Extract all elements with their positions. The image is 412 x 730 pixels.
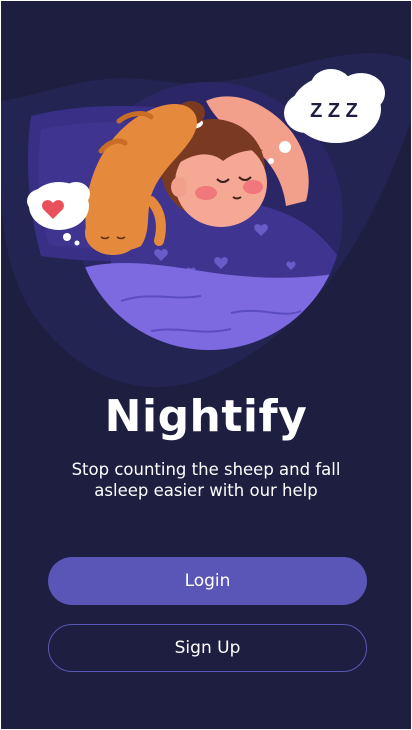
onboarding-screen: Z Z Z Nightify Stop counting the sheep a… [1,1,411,729]
login-button-label: Login [184,571,231,591]
tagline: Stop counting the sheep and fall asleep … [71,460,341,500]
blanket [75,263,343,350]
app-title: Nightify [104,391,308,442]
sleeping-girl-illustration: Z Z Z [27,69,385,350]
signup-button-label: Sign Up [174,638,241,658]
signup-button[interactable]: Sign Up [48,624,367,672]
dream-bubble-text: Z Z Z [310,100,358,122]
login-button[interactable]: Login [48,557,367,605]
